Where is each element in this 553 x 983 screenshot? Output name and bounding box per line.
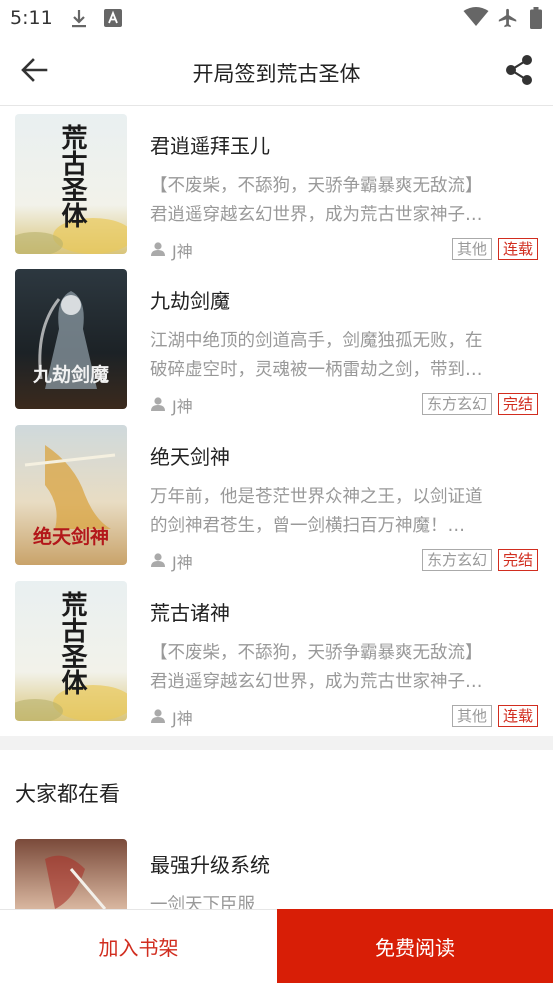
book-title: 九劫剑魔 bbox=[150, 289, 230, 313]
book-title: 荒古诸神 bbox=[150, 601, 230, 625]
desc-line: 的剑神君苍生，曾一剑横扫百万神魔！… bbox=[150, 516, 465, 536]
share-icon bbox=[504, 54, 534, 90]
book-title: 绝天剑神 bbox=[150, 445, 230, 469]
desc-line: 破碎虚空时，灵魂被一柄雷劫之剑，带到… bbox=[150, 360, 483, 380]
section-divider bbox=[0, 736, 553, 750]
desc-line: 君逍遥穿越玄幻世界，成为荒古世家神子… bbox=[150, 205, 483, 225]
status-badge: 连载 bbox=[497, 705, 538, 727]
book-cover: 绝天剑神 bbox=[15, 425, 127, 565]
person-icon bbox=[150, 241, 166, 260]
book-author: J神 bbox=[150, 393, 193, 417]
cover-title-text: 荒古圣体 bbox=[57, 124, 87, 228]
cover-title-text: 绝天剑神 bbox=[33, 525, 109, 548]
status-badge: 完结 bbox=[497, 549, 538, 571]
share-button[interactable] bbox=[499, 53, 539, 91]
category-badge: 其他 bbox=[451, 238, 492, 260]
author-name: J神 bbox=[172, 553, 193, 572]
book-description: 【不废柴，不舔狗，天骄争霸暴爽无敌流】 君逍遥穿越玄幻世界，成为荒古世家神子… bbox=[150, 172, 538, 230]
person-icon bbox=[150, 708, 166, 727]
download-icon bbox=[70, 9, 88, 33]
desc-line: 万年前，他是苍茫世界众神之王，以剑证道 bbox=[150, 487, 483, 507]
bottom-action-bar: 加入书架 免费阅读 bbox=[0, 909, 553, 983]
author-name: J神 bbox=[172, 709, 193, 728]
free-read-button[interactable]: 免费阅读 bbox=[277, 909, 553, 983]
book-description: 【不废柴，不舔狗，天骄争霸暴爽无敌流】 君逍遥穿越玄幻世界，成为荒古世家神子… bbox=[150, 639, 538, 697]
app-bar: 开局签到荒古圣体 bbox=[0, 38, 553, 106]
desc-line: 【不废柴，不舔狗，天骄争霸暴爽无敌流】 bbox=[150, 643, 483, 663]
book-tags: 其他 连载 bbox=[451, 238, 538, 260]
book-cover: 九劫剑魔 bbox=[15, 269, 127, 409]
cover-title-text: 荒古圣体 bbox=[57, 591, 87, 695]
section-title: 大家都在看 bbox=[15, 782, 120, 806]
status-bar: 5:11 bbox=[0, 0, 553, 38]
desc-line: 【不废柴，不舔狗，天骄争霸暴爽无敌流】 bbox=[150, 176, 483, 196]
book-tags: 东方玄幻 完结 bbox=[421, 549, 538, 571]
book-title: 最强升级系统 bbox=[150, 853, 270, 877]
book-description: 一剑天下臣服 bbox=[150, 891, 538, 909]
book-item[interactable]: 荒古圣体 荒古诸神 【不废柴，不舔狗，天骄争霸暴爽无敌流】 君逍遥穿越玄幻世界，… bbox=[0, 581, 553, 731]
recommended-book-item[interactable]: 最强升级系统 一剑天下臣服 bbox=[0, 839, 553, 909]
author-name: J神 bbox=[172, 242, 193, 261]
book-author: J神 bbox=[150, 549, 193, 573]
desc-line: 江湖中绝顶的剑道高手，剑魔独孤无败，在 bbox=[150, 331, 483, 351]
desc-line: 一剑天下臣服 bbox=[150, 895, 255, 909]
book-description: 江湖中绝顶的剑道高手，剑魔独孤无败，在 破碎虚空时，灵魂被一柄雷劫之剑，带到… bbox=[150, 327, 538, 385]
book-item[interactable]: 绝天剑神 绝天剑神 万年前，他是苍茫世界众神之王，以剑证道 的剑神君苍生，曾一剑… bbox=[0, 425, 553, 575]
page-title: 开局签到荒古圣体 bbox=[192, 62, 361, 86]
book-item[interactable]: 九劫剑魔 九劫剑魔 江湖中绝顶的剑道高手，剑魔独孤无败，在 破碎虚空时，灵魂被一… bbox=[0, 269, 553, 419]
person-icon bbox=[150, 396, 166, 415]
book-description: 万年前，他是苍茫世界众神之王，以剑证道 的剑神君苍生，曾一剑横扫百万神魔！… bbox=[150, 483, 538, 541]
book-cover: 荒古圣体 bbox=[15, 581, 127, 721]
author-name: J神 bbox=[172, 397, 193, 416]
book-tags: 其他 连载 bbox=[451, 705, 538, 727]
book-cover bbox=[15, 839, 127, 909]
status-time: 5:11 bbox=[10, 7, 53, 29]
category-badge: 其他 bbox=[451, 705, 492, 727]
wifi-icon bbox=[463, 7, 489, 31]
book-author: J神 bbox=[150, 705, 193, 729]
status-badge: 完结 bbox=[497, 393, 538, 415]
book-author: J神 bbox=[150, 238, 193, 262]
book-item[interactable]: 荒古圣体 君逍遥拜玉儿 【不废柴，不舔狗，天骄争霸暴爽无敌流】 君逍遥穿越玄幻世… bbox=[0, 114, 553, 264]
add-to-shelf-button[interactable]: 加入书架 bbox=[0, 909, 277, 983]
airplane-icon bbox=[497, 7, 519, 33]
category-badge: 东方玄幻 bbox=[421, 393, 492, 415]
battery-icon bbox=[530, 7, 542, 33]
book-cover: 荒古圣体 bbox=[15, 114, 127, 254]
font-icon bbox=[104, 9, 122, 31]
desc-line: 君逍遥穿越玄幻世界，成为荒古世家神子… bbox=[150, 672, 483, 692]
person-icon bbox=[150, 552, 166, 571]
book-tags: 东方玄幻 完结 bbox=[421, 393, 538, 415]
category-badge: 东方玄幻 bbox=[421, 549, 492, 571]
book-title: 君逍遥拜玉儿 bbox=[150, 134, 270, 158]
status-badge: 连载 bbox=[497, 238, 538, 260]
cover-title-text: 九劫剑魔 bbox=[32, 363, 110, 386]
